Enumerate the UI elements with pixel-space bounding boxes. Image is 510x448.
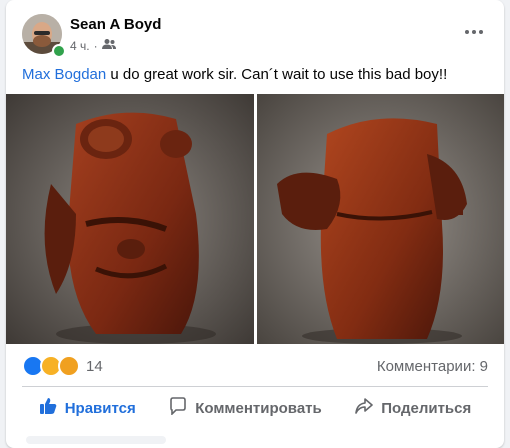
- divider: [22, 386, 488, 387]
- photo-gallery: [6, 94, 504, 344]
- post-header: Sean A Boyd 4 ч. ·: [6, 0, 504, 60]
- more-options-button[interactable]: [460, 22, 488, 42]
- comment-label: Комментировать: [195, 399, 322, 417]
- reactions-summary[interactable]: 14: [22, 355, 103, 377]
- post-meta: 4 ч. ·: [70, 38, 116, 53]
- share-button[interactable]: Поделиться: [345, 391, 481, 425]
- photo-back[interactable]: [256, 94, 504, 344]
- dot-icon: [479, 30, 483, 34]
- dot-icon: [465, 30, 469, 34]
- like-label: Нравится: [64, 399, 136, 417]
- online-status-dot: [52, 44, 66, 58]
- post-text: Max Bogdan u do great work sir. Can´t wa…: [22, 66, 492, 83]
- care-icon: [58, 355, 80, 377]
- like-button[interactable]: Нравится: [29, 391, 146, 425]
- post-time[interactable]: 4 ч.: [70, 39, 90, 53]
- share-label: Поделиться: [381, 399, 472, 417]
- share-icon: [355, 397, 374, 419]
- post-stats: 14 Комментарии: 9: [22, 352, 488, 380]
- comments-count[interactable]: Комментарии: 9: [377, 358, 488, 375]
- mention-link[interactable]: Max Bogdan: [22, 66, 106, 83]
- dot-icon: [472, 30, 476, 34]
- comment-preview-placeholder: [26, 436, 166, 444]
- action-bar: Нравится Комментировать Поделиться: [22, 390, 488, 426]
- post-card: Sean A Boyd 4 ч. · Max Bogdan u do great…: [6, 0, 504, 448]
- author-name[interactable]: Sean A Boyd: [70, 16, 161, 33]
- comment-icon: [169, 397, 187, 419]
- reaction-count: 14: [86, 357, 103, 375]
- photo-front[interactable]: [6, 94, 254, 344]
- comment-button[interactable]: Комментировать: [159, 391, 332, 425]
- friends-icon[interactable]: [101, 38, 116, 53]
- thumbs-up-icon: [39, 397, 57, 419]
- post-body: u do great work sir. Can´t wait to use t…: [106, 66, 448, 83]
